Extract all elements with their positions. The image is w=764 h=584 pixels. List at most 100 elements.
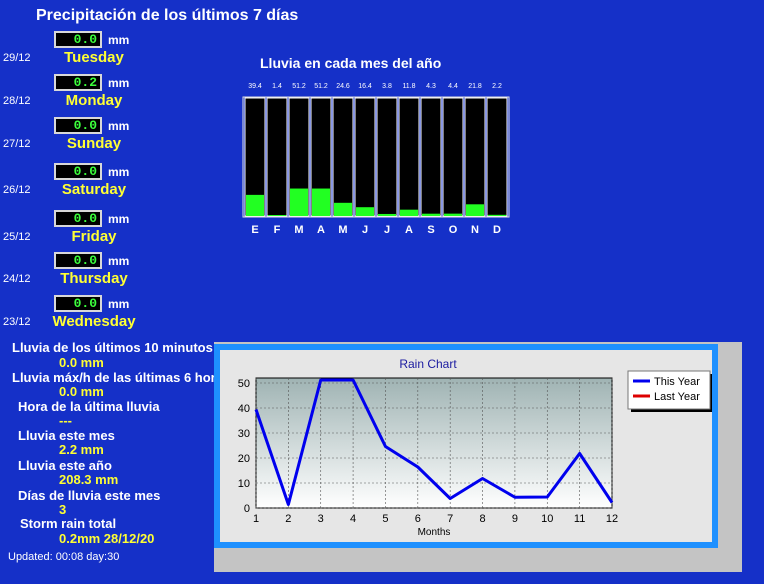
stat-value: 0.0 mm <box>59 384 104 399</box>
x-tick-label: 1 <box>253 513 259 525</box>
x-tick-label: 2 <box>285 513 291 525</box>
day-name: Saturday <box>61 181 127 198</box>
day-name: Sunday <box>66 135 122 152</box>
day-name: Friday <box>71 228 117 245</box>
y-tick-label: 10 <box>238 478 250 490</box>
bar-column <box>332 97 354 217</box>
x-tick-label: 12 <box>606 513 618 525</box>
x-tick-label: 6 <box>415 513 421 525</box>
bar <box>356 207 374 216</box>
day-rain-unit: mm <box>108 119 130 133</box>
plot-area <box>255 377 613 509</box>
day-name: Tuesday <box>64 49 124 66</box>
stat-label: Lluvia máx/h de las últimas 6 horas <box>12 370 231 385</box>
chart-legend: This Year Last Year <box>627 370 712 412</box>
x-axis-label: Months <box>418 527 451 538</box>
x-tick-label: 10 <box>541 513 553 525</box>
bar-column <box>442 97 464 217</box>
bar-category-label: A <box>405 224 413 236</box>
bar-category-label: J <box>362 224 368 236</box>
bar-value-label: 4.3 <box>426 83 436 90</box>
page-title: Precipitación de los últimos 7 días <box>36 7 299 24</box>
bar-value-label: 51.2 <box>292 83 306 90</box>
day-rain-value: 0.0 <box>54 163 102 180</box>
bar-value-label: 24.6 <box>336 83 350 90</box>
day-name: Monday <box>65 92 123 109</box>
x-tick-label: 8 <box>479 513 485 525</box>
monthly-rain-bar-chart: 39.4 E 1.4 F 51.2 M 51.2 A 24.6 M 16.4 J 3.8 J 11.8 A 4.… <box>242 83 510 236</box>
day-rain-unit: mm <box>108 254 130 268</box>
rain-line-chart: Rain Chart1 2 3 4 5 6 7 8 9 10 11 1201020304050Mont… <box>238 357 712 538</box>
stat-label: Lluvia este mes <box>18 428 115 443</box>
bar-category-label: O <box>449 224 458 236</box>
bar-column <box>464 97 486 217</box>
day-rain-unit: mm <box>108 212 130 226</box>
bar-category-label: M <box>338 224 347 236</box>
bar-value-label: 16.4 <box>358 83 372 90</box>
day-rain-unit: mm <box>108 76 130 90</box>
bar-column <box>486 97 508 217</box>
stat-value: 3 <box>59 502 67 517</box>
stat-value: 208.3 mm <box>59 472 119 487</box>
y-tick-label: 40 <box>238 403 250 415</box>
day-rain-value: 0.0 <box>54 31 102 48</box>
bar-category-label: D <box>493 224 501 236</box>
bar-value-label: 3.8 <box>382 83 392 90</box>
stat-value: 0.2mm 28/12/20 <box>59 531 155 546</box>
day-rain-value: 0.0 <box>54 252 102 269</box>
x-tick-label: 3 <box>318 513 324 525</box>
bar-value-label: 51.2 <box>314 83 328 90</box>
day-name: Wednesday <box>52 313 136 330</box>
rain-chart-title: Rain Chart <box>399 357 457 371</box>
day-rain-unit: mm <box>108 165 130 179</box>
bar <box>268 215 286 216</box>
stat-value: 0.0 mm <box>59 355 104 370</box>
bar-value-label: 2.2 <box>492 83 502 90</box>
bar <box>444 213 462 216</box>
bar-value-label: 1.4 <box>272 83 282 90</box>
x-tick-label: 11 <box>574 513 585 525</box>
y-tick-label: 0 <box>244 503 250 515</box>
bar-category-label: M <box>294 224 303 236</box>
bar-value-label: 4.4 <box>448 83 458 90</box>
y-tick-label: 20 <box>238 453 250 465</box>
bar <box>312 188 330 216</box>
bar <box>290 188 308 216</box>
stat-label: Lluvia este año <box>18 458 112 473</box>
legend-entry: This Year <box>654 376 700 388</box>
stat-value: --- <box>59 413 72 428</box>
bar-value-label: 39.4 <box>248 83 262 90</box>
bar-category-label: S <box>427 224 434 236</box>
bar <box>246 194 264 216</box>
bar <box>400 209 418 216</box>
bar-column <box>354 97 376 217</box>
bar-column <box>266 97 288 217</box>
stat-value: 2.2 mm <box>59 442 104 457</box>
stat-label: Hora de la última lluvia <box>18 399 160 414</box>
bar <box>488 214 506 216</box>
bar-category-label: E <box>251 224 258 236</box>
day-rain-unit: mm <box>108 33 130 47</box>
bar <box>466 204 484 216</box>
monthly-chart-title: Lluvia en cada mes del año <box>260 55 442 71</box>
x-tick-label: 9 <box>512 513 518 525</box>
bar <box>422 213 440 216</box>
x-tick-label: 4 <box>350 513 356 525</box>
bar-category-label: F <box>274 224 281 236</box>
rain-chart-panel: Rain Chart 1 2 3 4 5 6 7 8 9 10 11 12 0 10 20 30 40 50 Mont… <box>214 344 718 548</box>
rain-chart-area: Rain Chart 1 2 3 4 5 6 7 8 9 10 11 12 0 10 20 30 40 50 Mont… <box>220 350 712 542</box>
bar-category-label: J <box>384 224 390 236</box>
day-name: Thursday <box>60 270 128 287</box>
bar <box>378 213 396 216</box>
bar-column <box>398 97 420 217</box>
y-tick-label: 50 <box>238 378 250 390</box>
bar-category-label: A <box>317 224 325 236</box>
bar-value-label: 21.8 <box>468 83 482 90</box>
y-tick-label: 30 <box>238 428 250 440</box>
legend-entry: Last Year <box>654 391 700 403</box>
stat-label: Lluvia de los últimos 10 minutos <box>12 340 213 355</box>
day-rain-value: 0.0 <box>54 210 102 227</box>
bar <box>334 202 352 216</box>
bar-column <box>420 97 442 217</box>
bar-category-label: N <box>471 224 479 236</box>
